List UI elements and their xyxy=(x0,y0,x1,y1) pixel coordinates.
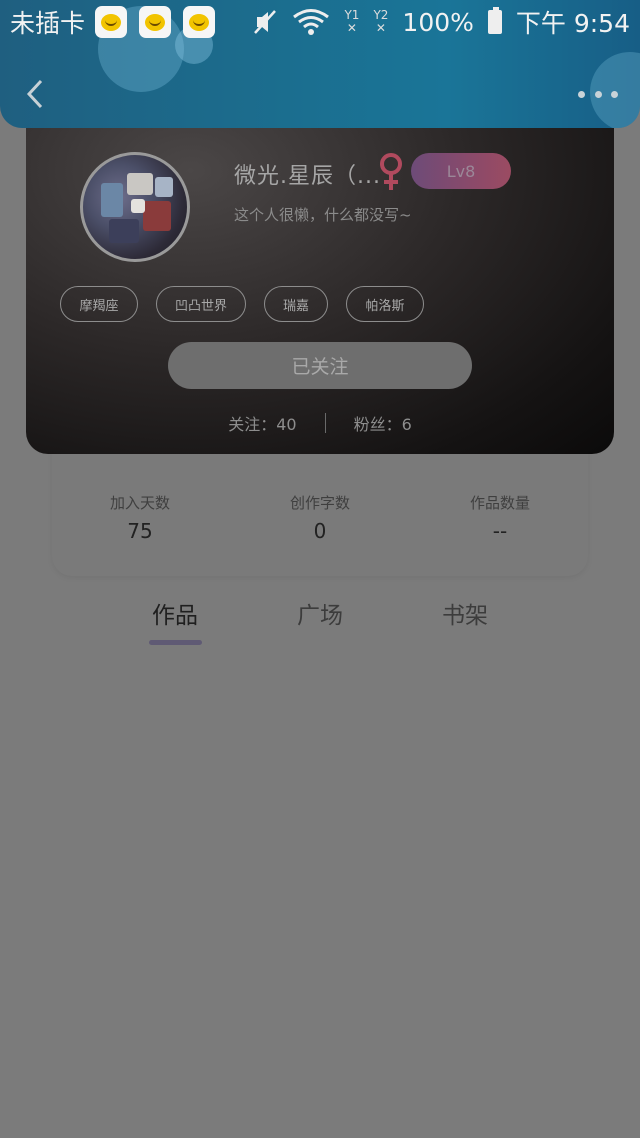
stat-join-days: 加入天数 75 xyxy=(60,492,220,543)
chevron-left-icon xyxy=(26,79,43,109)
username: 微光.星辰（... xyxy=(234,164,381,189)
follow-button[interactable]: 已关注 xyxy=(168,342,472,389)
avatar[interactable] xyxy=(80,152,190,262)
wifi-icon xyxy=(293,9,330,35)
stat-label: 作品数量 xyxy=(469,494,530,512)
battery-percent: 100% xyxy=(402,7,474,37)
stat-value: 75 xyxy=(127,519,153,543)
stat-value: -- xyxy=(492,519,508,543)
female-icon xyxy=(380,153,402,190)
more-dot xyxy=(578,90,585,98)
stat-word-count: 创作字数 0 xyxy=(240,492,400,543)
clock: 下午 9:54 xyxy=(515,9,630,38)
messenger-app-icon xyxy=(139,6,172,38)
bio-text: 这个人很懒，什么都没写~ xyxy=(234,206,412,224)
more-dot xyxy=(594,90,602,98)
tag-chip[interactable]: 凹凸世界 xyxy=(156,286,246,322)
level-badge: Lv8 xyxy=(411,153,511,189)
stat-label: 加入天数 xyxy=(109,494,170,512)
more-button[interactable] xyxy=(578,82,618,106)
sim2-signal-icon: Y2 ✕ xyxy=(373,8,389,35)
divider xyxy=(324,413,326,433)
sim1-number: 1 xyxy=(351,8,360,22)
messenger-app-icon xyxy=(95,6,128,38)
messenger-app-icon xyxy=(183,6,216,38)
following-count[interactable]: 关注：40 xyxy=(228,411,296,435)
stat-works-count: 作品数量 -- xyxy=(420,492,580,543)
mute-icon xyxy=(254,10,277,34)
more-dot xyxy=(611,90,618,98)
tab-bar: 作品 广场 书架 xyxy=(0,596,640,656)
profile-card: 微光.星辰（... Lv8 这个人很懒，什么都没写~ 摩羯座 凹凸世界 瑞嘉 帕… xyxy=(26,100,614,454)
tab-plaza[interactable]: 广场 xyxy=(270,596,370,630)
back-button[interactable] xyxy=(20,74,50,114)
tag-chip[interactable]: 摩羯座 xyxy=(60,286,138,322)
battery-icon xyxy=(487,7,502,34)
sim1-signal-icon: Y1 ✕ xyxy=(344,8,360,35)
stat-value: 0 xyxy=(313,519,327,543)
follow-counts: 关注：40 粉丝：6 xyxy=(26,408,614,438)
followers-count[interactable]: 粉丝：6 xyxy=(354,411,412,435)
tag-chip[interactable]: 瑞嘉 xyxy=(264,286,328,322)
header: 未插卡 Y1 ✕ Y2 ✕ 100% 下午 9:54 xyxy=(0,0,640,128)
stat-label: 创作字数 xyxy=(289,494,350,512)
nav-bar xyxy=(0,62,640,126)
sim2-number: 2 xyxy=(380,8,389,22)
status-bar: 未插卡 Y1 ✕ Y2 ✕ 100% 下午 9:54 xyxy=(0,0,640,44)
carrier-text: 未插卡 xyxy=(10,9,86,38)
content-area xyxy=(0,660,640,1138)
status-right: Y1 ✕ Y2 ✕ 100% 下午 9:54 xyxy=(252,4,630,40)
tab-works[interactable]: 作品 xyxy=(125,596,225,630)
tag-chip[interactable]: 帕洛斯 xyxy=(346,286,424,322)
tag-list: 摩羯座 凹凸世界 瑞嘉 帕洛斯 xyxy=(60,286,442,322)
tab-indicator xyxy=(149,640,202,645)
tab-bookshelf[interactable]: 书架 xyxy=(415,596,515,630)
